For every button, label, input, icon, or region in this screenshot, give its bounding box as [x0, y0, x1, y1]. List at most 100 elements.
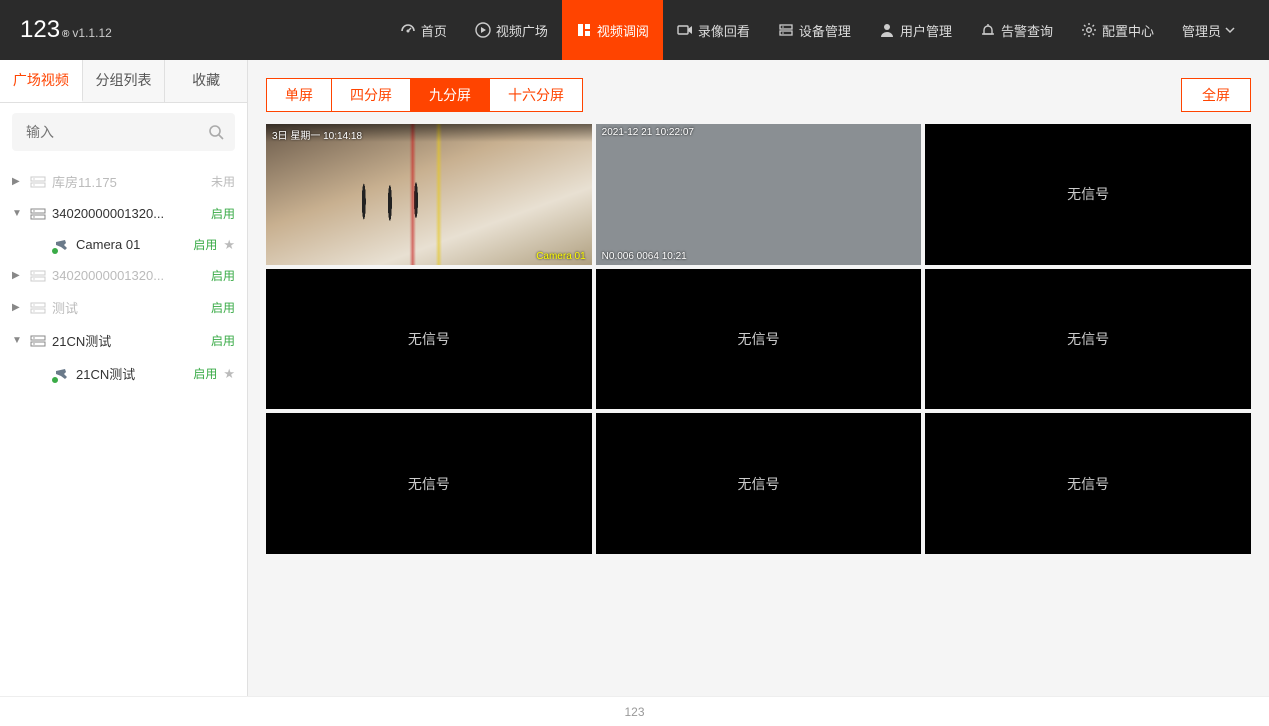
nav-item-label: 视频调阅: [597, 21, 649, 40]
brand-version: v1.1.12: [72, 26, 111, 40]
layout-buttons: 单屏四分屏九分屏十六分屏: [266, 78, 583, 112]
current-user-menu[interactable]: 管理员: [1168, 21, 1249, 40]
layout-button-1[interactable]: 四分屏: [332, 79, 411, 111]
nav-item-label: 配置中心: [1102, 21, 1154, 40]
user-icon: [879, 22, 895, 38]
tree-group[interactable]: ▶ 测试启用: [8, 291, 239, 324]
status-badge: 启用: [193, 236, 217, 253]
sidebar: 广场视频分组列表收藏 ▶ 库房11.175 未用 ▼ 34020000001320...…: [0, 60, 248, 696]
tree-group[interactable]: ▶34020000001320...启用: [8, 260, 239, 291]
nav-item-gear[interactable]: 配置中心: [1067, 0, 1168, 60]
nav-item-device[interactable]: 设备管理: [764, 0, 865, 60]
video-cell-0[interactable]: 3日 星期一 10:14:18 Camera 01: [266, 124, 592, 265]
tree-camera[interactable]: 21CN测试启用★: [8, 357, 239, 390]
dashboard-icon: [400, 22, 416, 38]
nav-item-label: 录像回看: [698, 21, 750, 40]
status-badge: 启用: [211, 332, 235, 349]
nav-item-label: 设备管理: [799, 21, 851, 40]
osd-timestamp: 2021-12 21 10:22:07: [602, 127, 694, 138]
no-signal-text: 无信号: [1067, 329, 1109, 349]
server-icon: [30, 208, 46, 220]
record-icon: [677, 22, 693, 38]
nav-item-play[interactable]: 视频广场: [461, 0, 562, 60]
nav-item-grid[interactable]: 视频调阅: [562, 0, 663, 60]
status-badge: 未用: [211, 173, 235, 190]
top-nav: 首页视频广场 视频调阅 录像回看 设备管理用户管理 告警查询 配置中心: [386, 0, 1168, 60]
layout-button-2[interactable]: 九分屏: [411, 79, 490, 111]
osd-timestamp: 3日 星期一 10:14:18: [272, 127, 362, 142]
video-cell-8[interactable]: 无信号: [925, 413, 1251, 554]
brand-name: 123: [20, 16, 60, 44]
server-icon: [30, 270, 46, 282]
server-icon: [30, 176, 46, 188]
tree-group[interactable]: ▼ 34020000001320... 启用: [8, 198, 239, 229]
chevron-down-icon: ▼: [12, 208, 24, 219]
nav-item-user[interactable]: 用户管理: [865, 0, 966, 60]
video-cell-7[interactable]: 无信号: [596, 413, 922, 554]
no-signal-text: 无信号: [737, 329, 779, 349]
layout-button-0[interactable]: 单屏: [267, 79, 332, 111]
status-badge: 启用: [211, 267, 235, 284]
star-icon[interactable]: ★: [223, 237, 235, 253]
chevron-right-icon: ▶: [12, 302, 24, 313]
camera-icon: [54, 368, 70, 380]
nav-item-record[interactable]: 录像回看: [663, 0, 764, 60]
nav-item-alarm[interactable]: 告警查询: [966, 0, 1067, 60]
tree-item-label: 34020000001320...: [52, 206, 201, 221]
status-badge: 启用: [211, 205, 235, 222]
layout-button-3[interactable]: 十六分屏: [490, 79, 582, 111]
osd-camera-name: Camera 01: [536, 251, 585, 262]
sidebar-tab-2[interactable]: 收藏: [165, 60, 247, 102]
nav-item-label: 告警查询: [1001, 21, 1053, 40]
osd-info: N0.006 0064 10:21: [602, 251, 687, 262]
video-cell-1[interactable]: 2021-12 21 10:22:07 N0.006 0064 10:21: [596, 124, 922, 265]
search-input[interactable]: [26, 124, 207, 140]
video-cell-4[interactable]: 无信号: [596, 269, 922, 410]
video-toolbar: 单屏四分屏九分屏十六分屏 全屏: [266, 78, 1251, 112]
tree-item-label: 21CN测试: [52, 331, 201, 350]
footer-text: 123: [624, 705, 644, 719]
fullscreen-button[interactable]: 全屏: [1181, 78, 1251, 112]
video-cell-2[interactable]: 无信号: [925, 124, 1251, 265]
camera-icon: [54, 239, 70, 251]
sidebar-search[interactable]: [12, 113, 235, 151]
brand-registered: ®: [62, 29, 69, 40]
search-icon[interactable]: [207, 123, 225, 141]
alarm-icon: [980, 22, 996, 38]
status-badge: 启用: [211, 299, 235, 316]
tree-item-label: 测试: [52, 298, 201, 317]
chevron-right-icon: ▶: [12, 176, 24, 187]
sidebar-tabs: 广场视频分组列表收藏: [0, 60, 247, 103]
tree-item-label: Camera 01: [76, 237, 183, 252]
no-signal-text: 无信号: [408, 329, 450, 349]
play-icon: [475, 22, 491, 38]
device-tree: ▶库房11.175未用▼34020000001320...启用Camera 01…: [0, 161, 247, 696]
footer: 123: [0, 696, 1269, 726]
chevron-down-icon: [1225, 25, 1235, 35]
main-area: 单屏四分屏九分屏十六分屏 全屏 3日 星期一 10:14:18 Camera 01…: [248, 60, 1269, 696]
sidebar-tab-1[interactable]: 分组列表: [83, 60, 166, 102]
no-signal-text: 无信号: [1067, 184, 1109, 204]
tree-item-label: 21CN测试: [76, 364, 183, 383]
no-signal-text: 无信号: [1067, 474, 1109, 494]
device-icon: [778, 22, 794, 38]
video-grid: 3日 星期一 10:14:18 Camera 01 2021-12 21 10:22…: [266, 124, 1251, 554]
brand: 123 ® v1.1.12: [20, 16, 112, 44]
sidebar-tab-0[interactable]: 广场视频: [0, 60, 83, 102]
nav-item-label: 首页: [421, 21, 447, 40]
video-cell-3[interactable]: 无信号: [266, 269, 592, 410]
tree-group[interactable]: ▼21CN测试启用: [8, 324, 239, 357]
tree-camera[interactable]: Camera 01 启用 ★: [8, 229, 239, 260]
nav-item-dashboard[interactable]: 首页: [386, 0, 461, 60]
current-user-label: 管理员: [1182, 21, 1221, 40]
gear-icon: [1081, 22, 1097, 38]
app-header: 123 ® v1.1.12 首页视频广场 视频调阅 录像回看 设备管理用户管理 告警查询…: [0, 0, 1269, 60]
tree-group[interactable]: ▶ 库房11.175 未用: [8, 165, 239, 198]
video-cell-5[interactable]: 无信号: [925, 269, 1251, 410]
app-body: 广场视频分组列表收藏 ▶ 库房11.175 未用 ▼ 34020000001320...…: [0, 60, 1269, 696]
tree-item-label: 库房11.175: [52, 172, 201, 191]
video-cell-6[interactable]: 无信号: [266, 413, 592, 554]
star-icon[interactable]: ★: [223, 366, 235, 382]
no-signal-text: 无信号: [408, 474, 450, 494]
chevron-right-icon: ▶: [12, 270, 24, 281]
